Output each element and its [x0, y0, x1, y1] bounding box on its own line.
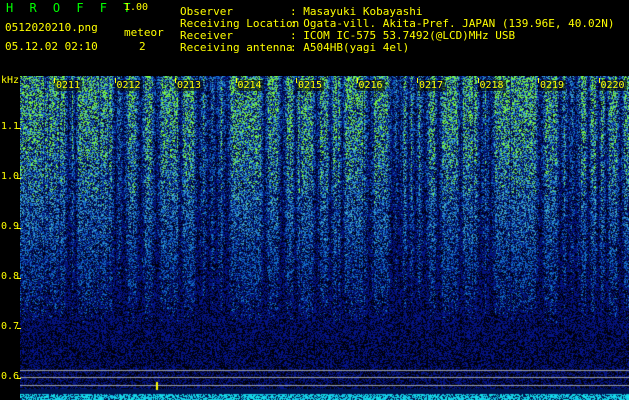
x-tick-label: 0215 — [296, 80, 325, 91]
x-tick-mark — [235, 78, 237, 83]
antenna-value: : A504HB(yagi 4el) — [290, 41, 410, 54]
file-name: 0512020210.png — [5, 21, 98, 34]
y-tick-mark — [17, 278, 21, 279]
x-tick-label: 0219 — [538, 80, 567, 91]
app-title: H R O F F T — [6, 1, 135, 15]
x-tick-label: 0216 — [356, 80, 385, 91]
x-tick-mark — [356, 78, 358, 83]
x-tick-label: 0214 — [235, 80, 264, 91]
y-tick-label: 0.8 — [1, 271, 20, 282]
y-axis-unit: kHz — [1, 75, 20, 86]
y-tick-label: 0.7 — [1, 321, 20, 332]
x-tick-mark — [598, 78, 600, 83]
x-tick-label: 0218 — [477, 80, 506, 91]
y-tick-mark — [17, 128, 21, 129]
spectrogram-panel — [20, 76, 629, 400]
y-tick-label: 0.9 — [1, 221, 20, 232]
app-version: 1.00 — [124, 2, 149, 13]
x-tick-mark — [538, 78, 539, 83]
antenna-label: Receiving antenna — [180, 41, 293, 54]
y-tick-mark — [17, 228, 21, 229]
x-tick-label: 0211 — [54, 80, 83, 91]
x-tick-mark — [54, 78, 55, 83]
x-tick-mark — [175, 78, 176, 83]
meteor-label: meteor — [124, 26, 164, 39]
x-tick-mark — [477, 78, 479, 83]
x-tick-mark — [417, 78, 418, 83]
x-tick-label: 0217 — [417, 80, 446, 91]
y-tick-label: 0.6 — [1, 371, 20, 382]
spectrogram-canvas — [20, 76, 629, 400]
x-tick-label: 0212 — [114, 80, 143, 91]
x-tick-mark — [296, 78, 297, 83]
file-datetime: 05.12.02 02:10 — [5, 40, 98, 53]
meteor-count: 2 — [139, 40, 146, 53]
y-tick-label: 1.1 — [1, 121, 20, 132]
y-tick-mark — [17, 378, 21, 379]
y-tick-mark — [17, 328, 21, 329]
x-tick-mark — [114, 78, 116, 83]
header-panel: H R O F F T 1.00 0512020210.png 05.12.02… — [0, 0, 629, 76]
x-tick-label: 0213 — [175, 80, 204, 91]
y-tick-mark — [17, 178, 21, 179]
y-tick-label: 1.0 — [1, 171, 20, 182]
x-tick-label: 0220 — [598, 80, 627, 91]
